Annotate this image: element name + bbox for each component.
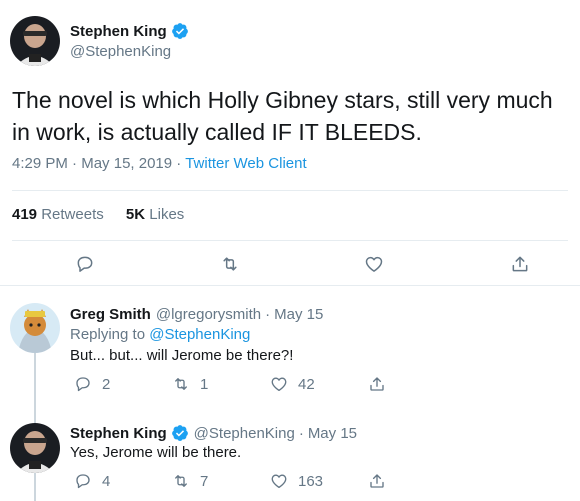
share-button[interactable] <box>368 375 386 393</box>
tweet-actions <box>0 254 580 276</box>
avatar[interactable] <box>10 16 60 66</box>
author-handle[interactable]: @StephenKing <box>70 43 171 60</box>
like-icon <box>271 377 287 392</box>
avatar[interactable] <box>10 423 60 473</box>
share-button[interactable] <box>510 254 530 274</box>
author-name[interactable]: Stephen King <box>70 23 167 40</box>
meta-separator: · <box>176 155 182 172</box>
retweet-button[interactable]: 7 <box>172 472 208 490</box>
replying-to-label: Replying to <box>70 326 146 343</box>
share-icon <box>370 474 384 488</box>
retweet-button[interactable]: 1 <box>172 375 208 393</box>
tweet-date[interactable]: May 15, 2019 <box>81 155 172 172</box>
reply-button[interactable]: 4 <box>74 472 110 490</box>
tweet-client-link[interactable]: Twitter Web Client <box>185 155 306 172</box>
thread-line <box>34 349 36 409</box>
share-icon <box>512 256 528 272</box>
retweet-icon <box>175 475 187 487</box>
tweet-date[interactable]: May 15 <box>274 306 323 323</box>
author-row: Stephen King <box>70 22 189 40</box>
verified-badge-icon <box>171 22 189 40</box>
like-button[interactable]: 163 <box>270 472 323 490</box>
tweet-date[interactable]: May 15 <box>308 425 357 442</box>
like-button[interactable]: 42 <box>270 375 315 393</box>
divider <box>12 240 568 241</box>
replying-to: Replying to @StephenKing <box>70 326 250 343</box>
author-handle[interactable]: @StephenKing <box>194 425 295 442</box>
thread-line <box>34 409 36 423</box>
retweet-count: 1 <box>200 375 209 393</box>
share-icon <box>370 377 384 391</box>
main-tweet: Stephen King @StephenKing The novel is w… <box>0 0 580 286</box>
verified-badge-icon <box>171 424 189 442</box>
tweet-time[interactable]: 4:29 PM <box>12 155 68 172</box>
like-icon <box>365 256 383 272</box>
thread-line <box>34 473 36 501</box>
replying-to-mention[interactable]: @StephenKing <box>149 326 250 343</box>
likes-stat[interactable]: 5K Likes <box>126 206 184 223</box>
like-icon <box>271 474 287 489</box>
author-handle[interactable]: @lgregorysmith <box>156 306 261 323</box>
like-count: 163 <box>298 472 324 490</box>
reply-button[interactable] <box>75 254 95 274</box>
tweet-text: The novel is which Holly Gibney stars, s… <box>12 87 553 145</box>
reply-icon <box>76 474 90 489</box>
author-row: Stephen King @StephenKing · May 15 <box>70 424 357 442</box>
like-button[interactable] <box>364 254 384 274</box>
reply-count: 2 <box>102 375 111 393</box>
retweets-stat[interactable]: 419 Retweets <box>12 206 104 223</box>
tweet-text: But... but... will Jerome be there?! <box>70 347 294 364</box>
retweet-icon <box>175 378 187 390</box>
author-name[interactable]: Greg Smith <box>70 306 151 323</box>
reply-icon <box>76 377 90 392</box>
author-name[interactable]: Stephen King <box>70 425 167 442</box>
share-button[interactable] <box>368 472 386 490</box>
meta-separator: · <box>265 306 271 323</box>
author-row: Greg Smith @lgregorysmith · May 15 <box>70 306 323 323</box>
tweet-text: Yes, Jerome will be there. <box>70 444 242 461</box>
reply-count: 4 <box>102 472 111 490</box>
tweet-actions: 4 7 163 <box>70 472 570 492</box>
tweet-actions: 2 1 42 <box>70 375 570 395</box>
retweet-count: 7 <box>200 472 209 490</box>
divider <box>12 190 568 191</box>
meta-separator: · <box>298 424 304 442</box>
reply-button[interactable]: 2 <box>74 375 110 393</box>
reply-tweet[interactable]: Greg Smith @lgregorysmith · May 15 Reply… <box>0 287 580 409</box>
like-count: 42 <box>298 375 315 393</box>
reply-tweet[interactable]: Stephen King @StephenKing · May 15 Yes, … <box>0 409 580 501</box>
tweet-meta: 4:29 PM · May 15, 2019 · Twitter Web Cli… <box>12 155 307 172</box>
tweet-stats: 419 Retweets 5K Likes <box>12 206 202 223</box>
meta-separator: · <box>72 155 78 172</box>
retweet-icon <box>223 257 237 271</box>
avatar[interactable] <box>10 303 60 353</box>
retweet-button[interactable] <box>220 254 240 274</box>
reply-icon <box>77 256 93 272</box>
